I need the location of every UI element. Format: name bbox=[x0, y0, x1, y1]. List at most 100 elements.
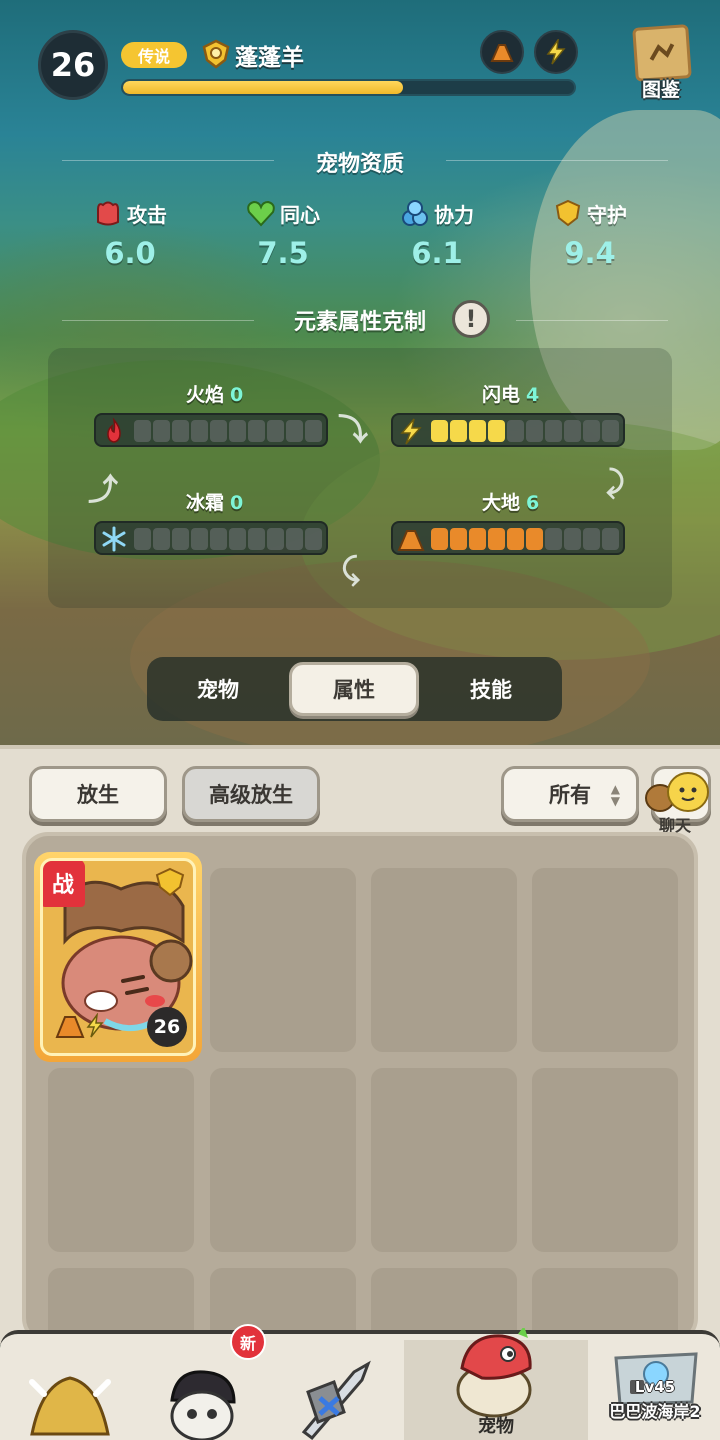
earth-lightning-element-icons bbox=[55, 1013, 104, 1038]
nav-hero[interactable] bbox=[10, 1340, 130, 1440]
unlock-level-label: Lv45 bbox=[634, 1378, 676, 1396]
element-segment bbox=[488, 528, 505, 550]
earth-icon bbox=[397, 530, 425, 551]
element-segment bbox=[153, 528, 170, 550]
element-segment bbox=[267, 420, 284, 442]
element-segment bbox=[305, 528, 322, 550]
element-segment bbox=[229, 528, 246, 550]
element-segment bbox=[469, 528, 486, 550]
cycle-arrow-up-icon: ⤴ bbox=[88, 473, 118, 508]
pet-card-level: 26 bbox=[147, 1007, 187, 1047]
element-segment bbox=[526, 420, 543, 442]
rarity-tag: 传说 bbox=[121, 42, 187, 68]
stat-label: 守护 bbox=[587, 202, 627, 227]
element-segment bbox=[172, 420, 189, 442]
tab-attributes[interactable]: 属性 bbox=[289, 662, 419, 716]
element-segment bbox=[134, 528, 151, 550]
element-counter-title: 元素属性克制 bbox=[293, 310, 426, 335]
element-segment bbox=[286, 420, 303, 442]
earth-icon bbox=[490, 44, 514, 62]
element-frost-label: 冰霜 0 bbox=[186, 492, 244, 514]
empty-slot[interactable] bbox=[48, 1068, 194, 1252]
attack-icon bbox=[97, 201, 119, 226]
stone-sword-icon bbox=[301, 1360, 371, 1440]
element-lightning-label: 闪电 4 bbox=[482, 384, 540, 406]
empty-slot[interactable] bbox=[371, 868, 517, 1052]
stat-value: 6.1 bbox=[411, 236, 463, 270]
stat-label: 攻击 bbox=[127, 202, 167, 227]
pet-card[interactable]: 战 26 bbox=[34, 852, 202, 1062]
cycle-arrow-right-icon: ⤵ bbox=[338, 413, 368, 448]
element-segment bbox=[210, 420, 227, 442]
detail-tab-bar: 宠物 属性 技能 bbox=[147, 657, 562, 721]
lightning-element-button[interactable] bbox=[534, 30, 578, 74]
element-segment bbox=[431, 528, 448, 550]
filter-value: 所有 bbox=[549, 783, 591, 807]
exp-progress-bar bbox=[121, 79, 576, 96]
chat-button[interactable]: 聊天 bbox=[640, 770, 720, 835]
element-segment bbox=[507, 528, 524, 550]
stat-value: 6.0 bbox=[104, 236, 156, 270]
guard-crest-icon bbox=[155, 867, 185, 897]
tab-pet[interactable]: 宠物 bbox=[153, 662, 283, 716]
element-segment bbox=[469, 420, 486, 442]
empty-slot[interactable] bbox=[532, 1068, 678, 1252]
element-segment bbox=[431, 420, 448, 442]
exp-progress-fill bbox=[123, 81, 403, 94]
element-earth-label: 大地 6 bbox=[482, 492, 540, 514]
info-icon[interactable]: ! bbox=[452, 300, 490, 338]
element-segment bbox=[545, 528, 562, 550]
encyclopedia-label: 图鉴 bbox=[641, 79, 680, 101]
element-earth-bar bbox=[391, 521, 625, 555]
element-segment bbox=[172, 528, 189, 550]
cycle-arrow-down-icon: ⤸ bbox=[606, 465, 624, 500]
cycle-arrow-left-icon: ⤹ bbox=[342, 552, 360, 587]
empty-slot[interactable] bbox=[532, 868, 678, 1052]
release-button[interactable]: 放生 bbox=[29, 766, 167, 822]
element-segment bbox=[564, 528, 581, 550]
element-segment bbox=[564, 420, 581, 442]
element-segment bbox=[248, 528, 265, 550]
tab-skills[interactable]: 技能 bbox=[426, 662, 556, 716]
empty-slot[interactable] bbox=[371, 1068, 517, 1252]
element-fire-bar bbox=[94, 413, 328, 447]
lightning-icon bbox=[546, 39, 566, 65]
nav-pets[interactable]: 宠物 bbox=[404, 1328, 588, 1440]
aptitude-title: 宠物资质 bbox=[315, 152, 404, 177]
element-fire-label: 火焰 0 bbox=[186, 384, 244, 406]
advanced-release-button[interactable]: 高级放生 bbox=[182, 766, 320, 822]
element-frost-bar bbox=[94, 521, 328, 555]
element-segment bbox=[602, 420, 619, 442]
lightning-icon bbox=[400, 418, 422, 445]
pet-name: 蓬蓬羊 bbox=[235, 45, 304, 71]
frost-icon bbox=[102, 526, 126, 552]
stat-value: 9.4 bbox=[564, 236, 616, 270]
nav-pets-label: 宠物 bbox=[478, 1416, 514, 1437]
element-segment bbox=[286, 528, 303, 550]
stat-guard: 守护 9.4 bbox=[515, 198, 665, 270]
fire-icon bbox=[107, 417, 121, 443]
stat-teamwork: 协力 6.1 bbox=[362, 198, 512, 270]
element-segment bbox=[134, 420, 151, 442]
element-segment bbox=[545, 420, 562, 442]
element-segment bbox=[191, 528, 208, 550]
map-scroll-icon bbox=[632, 24, 692, 82]
caveman-avatar-icon bbox=[29, 1376, 111, 1436]
earth-element-button[interactable] bbox=[480, 30, 524, 74]
element-segment bbox=[583, 528, 600, 550]
empty-slot[interactable] bbox=[210, 1068, 356, 1252]
element-segment bbox=[450, 528, 467, 550]
empty-slot[interactable] bbox=[210, 868, 356, 1052]
teamwork-icon bbox=[402, 200, 428, 226]
guard-crest-icon bbox=[202, 39, 230, 69]
pet-level-badge: 26 bbox=[38, 30, 108, 100]
masked-character-icon bbox=[170, 1370, 236, 1440]
element-segment bbox=[153, 420, 170, 442]
stat-harmony: 同心 7.5 bbox=[208, 198, 358, 270]
stat-attack: 攻击 6.0 bbox=[55, 198, 205, 270]
pet-encyclopedia-button[interactable]: 图鉴 bbox=[628, 24, 694, 101]
nav-weapon[interactable] bbox=[272, 1340, 392, 1440]
filter-dropdown[interactable]: 所有 ▲ ▼ bbox=[501, 766, 639, 822]
new-badge: 新 bbox=[230, 1324, 266, 1360]
element-segment bbox=[267, 528, 284, 550]
